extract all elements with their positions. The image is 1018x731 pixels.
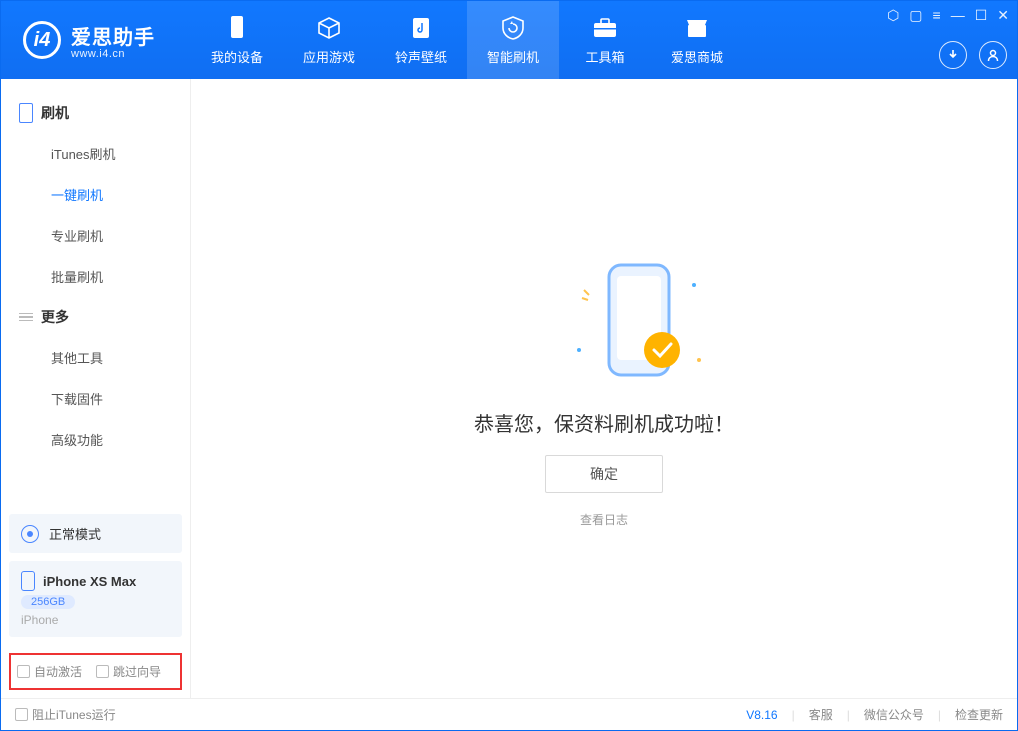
tab-label: 铃声壁纸: [395, 47, 447, 66]
minimize-icon[interactable]: —: [951, 7, 965, 24]
tab-smart-flash[interactable]: 智能刷机: [467, 1, 559, 79]
tab-shop[interactable]: 爱思商城: [651, 1, 743, 79]
success-message: 恭喜您，保资料刷机成功啦！: [474, 408, 734, 437]
footer-link-support[interactable]: 客服: [809, 706, 833, 723]
device-small-icon: [19, 103, 33, 123]
group-title: 更多: [41, 307, 69, 327]
checkbox-icon: [17, 665, 30, 678]
main-tabs: 我的设备 应用游戏 铃声壁纸 智能刷机 工具箱 爱思商城: [191, 1, 743, 79]
download-button[interactable]: [939, 41, 967, 69]
tab-label: 智能刷机: [487, 47, 539, 66]
checkbox-block-itunes[interactable]: 阻止iTunes运行: [15, 706, 116, 723]
footer-link-update[interactable]: 检查更新: [955, 706, 1003, 723]
main-content: 恭喜您，保资料刷机成功啦！ 确定 查看日志: [191, 79, 1017, 698]
logo-icon: i4: [23, 21, 61, 59]
footer-bar: 阻止iTunes运行 V8.16 | 客服 | 微信公众号 | 检查更新: [1, 698, 1017, 730]
device-name: iPhone XS Max: [43, 574, 136, 589]
sidebar-bottom: 正常模式 iPhone XS Max 256GB iPhone: [1, 506, 190, 645]
group-title: 刷机: [41, 103, 69, 123]
tab-label: 爱思商城: [671, 47, 723, 66]
tab-label: 应用游戏: [303, 47, 355, 66]
window-controls: ⬡ ▢ ≡ — ☐ ✕: [887, 7, 1009, 24]
feedback-icon[interactable]: ▢: [909, 7, 922, 24]
device-type: iPhone: [21, 613, 170, 627]
checkbox-auto-activate[interactable]: 自动激活: [17, 663, 82, 680]
status-icon: [21, 525, 39, 543]
checkbox-icon: [15, 708, 28, 721]
tab-my-device[interactable]: 我的设备: [191, 1, 283, 79]
more-icon: [19, 313, 33, 322]
maximize-icon[interactable]: ☐: [975, 7, 988, 24]
sidebar-item-pro-flash[interactable]: 专业刷机: [1, 215, 190, 256]
sidebar-group-more: 更多: [1, 297, 190, 337]
footer-link-wechat[interactable]: 微信公众号: [864, 706, 924, 723]
close-icon[interactable]: ✕: [997, 7, 1009, 24]
sidebar-item-itunes-flash[interactable]: iTunes刷机: [1, 133, 190, 174]
shirt-icon[interactable]: ⬡: [887, 7, 899, 24]
body: 刷机 iTunes刷机 一键刷机 专业刷机 批量刷机 更多 其他工具 下载固件 …: [1, 79, 1017, 698]
flash-options-highlighted: 自动激活 跳过向导: [9, 653, 182, 690]
title-bar: i4 爱思助手 www.i4.cn 我的设备 应用游戏 铃声壁纸 智能刷机: [1, 1, 1017, 79]
tab-ringtone-wallpaper[interactable]: 铃声壁纸: [375, 1, 467, 79]
app-url: www.i4.cn: [71, 48, 155, 60]
refresh-shield-icon: [500, 15, 526, 41]
sidebar-item-download-firmware[interactable]: 下载固件: [1, 378, 190, 419]
toolbox-icon: [592, 15, 618, 41]
device-mode-card[interactable]: 正常模式: [9, 514, 182, 553]
shop-icon: [684, 15, 710, 41]
user-button[interactable]: [979, 41, 1007, 69]
checkbox-skip-guide[interactable]: 跳过向导: [96, 663, 161, 680]
tab-label: 我的设备: [211, 47, 263, 66]
phone-icon: [21, 571, 35, 591]
app-name: 爱思助手: [71, 21, 155, 50]
sidebar-item-batch-flash[interactable]: 批量刷机: [1, 256, 190, 297]
tab-label: 工具箱: [585, 47, 624, 66]
device-icon: [224, 15, 250, 41]
cube-icon: [316, 15, 342, 41]
sidebar: 刷机 iTunes刷机 一键刷机 专业刷机 批量刷机 更多 其他工具 下载固件 …: [1, 79, 191, 698]
version-label: V8.16: [746, 708, 777, 722]
success-illustration: [544, 250, 664, 390]
sidebar-item-other-tools[interactable]: 其他工具: [1, 337, 190, 378]
view-log-link[interactable]: 查看日志: [580, 511, 628, 528]
checkbox-icon: [96, 665, 109, 678]
checkbox-label: 跳过向导: [113, 663, 161, 680]
device-card[interactable]: iPhone XS Max 256GB iPhone: [9, 561, 182, 637]
ok-button[interactable]: 确定: [545, 455, 663, 493]
device-mode: 正常模式: [49, 524, 101, 543]
header-actions: [939, 41, 1007, 69]
music-file-icon: [408, 15, 434, 41]
app-logo: i4 爱思助手 www.i4.cn: [1, 21, 191, 60]
sidebar-group-flash: 刷机: [1, 93, 190, 133]
sidebar-item-oneclick-flash[interactable]: 一键刷机: [1, 174, 190, 215]
checkbox-label: 阻止iTunes运行: [32, 706, 116, 723]
tab-toolbox[interactable]: 工具箱: [559, 1, 651, 79]
checkbox-label: 自动激活: [34, 663, 82, 680]
sidebar-item-advanced[interactable]: 高级功能: [1, 419, 190, 460]
app-window: i4 爱思助手 www.i4.cn 我的设备 应用游戏 铃声壁纸 智能刷机: [0, 0, 1018, 731]
tab-apps-games[interactable]: 应用游戏: [283, 1, 375, 79]
menu-icon[interactable]: ≡: [933, 7, 941, 24]
device-storage-badge: 256GB: [21, 595, 75, 609]
